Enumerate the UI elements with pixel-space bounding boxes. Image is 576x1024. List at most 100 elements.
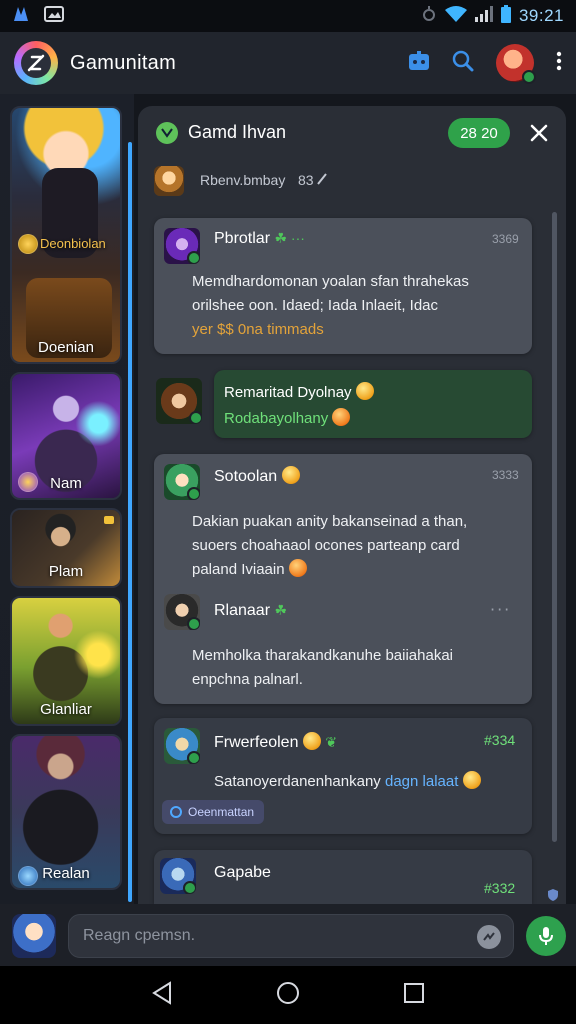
recents-button[interactable]	[403, 982, 425, 1008]
message-card[interactable]: Frwerfeolen ❦ #334 Satanoyerdanenhankany…	[154, 718, 532, 834]
emoji-picker-button[interactable]	[477, 925, 501, 949]
more-options-icon[interactable]: ···	[490, 600, 511, 619]
sender-name: Rlanaar ☘	[214, 602, 288, 619]
chat-header: Gamd Ihvan 28 20 Rbenv.bmbay 83	[138, 106, 566, 206]
sender-name: Pbrotlar ☘ ···	[214, 230, 305, 247]
sender-name: Remaritad Dyolnay	[224, 382, 374, 401]
alarm-icon	[421, 6, 437, 26]
message-time: #332	[484, 880, 516, 896]
hero-card-doenian[interactable]: Deonbiolan Doenian	[10, 106, 122, 364]
battery-icon	[500, 5, 511, 27]
app-bar: Gamunitam	[0, 32, 576, 94]
hero-name-label: Plam	[48, 563, 84, 580]
search-icon[interactable]	[452, 50, 474, 76]
recents-icon	[403, 983, 424, 1003]
channel-subtitle: Rbenv.bmbay	[200, 172, 286, 188]
app-notification-icon	[12, 5, 30, 27]
flag-icon	[104, 516, 114, 524]
image-notification-icon	[44, 6, 64, 26]
leaf-icon: ☘ ···	[274, 230, 305, 246]
tag-icon	[170, 806, 182, 818]
app-title: Gamunitam	[70, 51, 177, 74]
coin-icon	[18, 234, 38, 254]
emoji-icon	[288, 559, 307, 577]
send-arrow-icon	[317, 173, 328, 185]
message-text: Memholka tharakandkanuhe baiiahakai enpc…	[192, 647, 454, 688]
user-avatar[interactable]	[164, 228, 200, 264]
emoji-icon	[281, 466, 300, 484]
online-badge-icon	[187, 251, 200, 264]
message-card[interactable]: Sotoolan 3333 Dakian puakan anity bakans…	[154, 454, 532, 704]
user-avatar[interactable]	[160, 858, 196, 894]
message-card[interactable]: Pbrotlar ☘ ··· 3369 Memdhardomonan yoala…	[154, 218, 532, 354]
emoji-icon	[332, 408, 351, 426]
shield-icon	[548, 886, 558, 905]
message-link[interactable]: dagn lalaat	[385, 773, 458, 790]
message-input[interactable]: Reagn cpemsn.	[68, 914, 514, 958]
tag-chip[interactable]: Oeenmattan	[162, 800, 265, 824]
hero-name-label: Doenian	[38, 339, 94, 356]
home-button[interactable]	[276, 981, 300, 1009]
close-icon	[530, 124, 548, 142]
chat-scrollbar[interactable]	[552, 212, 557, 842]
user-avatar[interactable]	[164, 728, 200, 764]
message-card[interactable]: Gapabe #332	[154, 850, 532, 904]
messenger-icon	[483, 932, 495, 941]
voice-record-button[interactable]	[526, 916, 566, 956]
hero-sidebar: Deonbiolan Doenian Nam Plam Glanliar Rea…	[0, 94, 134, 904]
hero-name-label: Realan	[42, 865, 90, 882]
status-bar: 39:21	[0, 0, 576, 32]
signal-icon	[474, 6, 493, 26]
composer-bar: Reagn cpemsn.	[0, 904, 576, 966]
app-logo[interactable]	[14, 41, 58, 85]
sender-name: Frwerfeolen ❦	[214, 732, 338, 751]
leaf-icon: ☘	[274, 602, 288, 618]
message-subtitle: Rodabayolhany	[224, 408, 351, 427]
sender-name: Gapabe	[214, 864, 271, 881]
emoji-icon	[302, 732, 321, 750]
sender-name: Sotoolan	[214, 466, 300, 486]
home-icon	[276, 982, 299, 1004]
message-card-highlighted[interactable]: Remaritad Dyolnay Rodabayolhany	[214, 370, 532, 438]
wifi-icon	[444, 6, 467, 26]
more-options-icon[interactable]	[556, 51, 562, 75]
message-time: #334	[484, 732, 516, 748]
profile-avatar[interactable]	[496, 44, 536, 84]
hero-card-glanliar[interactable]: Glanliar	[10, 596, 122, 726]
hero-name-label: Glanliar	[40, 701, 92, 718]
status-time: 39:21	[518, 6, 564, 25]
hero-name-label: Nam	[50, 475, 82, 492]
microphone-icon	[539, 927, 553, 945]
user-avatar[interactable]	[164, 464, 200, 500]
chat-bot-icon[interactable]	[408, 51, 430, 75]
message-text: Dakian puakan anity bakanseinad a than, …	[192, 513, 468, 578]
online-badge-icon	[187, 751, 200, 764]
message-text: Memdhardomonan yoalan sfan thrahekas ori…	[192, 273, 469, 338]
hero-overlay-label: Deonbiolan	[40, 236, 106, 251]
hero-card-realan[interactable]: Realan	[10, 734, 122, 890]
sidebar-scrollbar[interactable]	[128, 142, 132, 902]
hero-card-nam[interactable]: Nam	[10, 372, 122, 500]
my-avatar[interactable]	[12, 914, 56, 958]
message-text: Satanoyerdanenhankany dagn lalaat	[214, 770, 534, 794]
close-button[interactable]	[526, 120, 552, 146]
online-badge-icon	[183, 881, 196, 894]
message-input-placeholder: Reagn cpemsn.	[83, 927, 196, 944]
back-icon	[152, 981, 172, 1005]
channel-count: 83	[298, 172, 328, 188]
back-button[interactable]	[151, 981, 173, 1009]
online-badge-icon	[187, 487, 200, 500]
emoji-icon	[355, 382, 374, 400]
user-avatar[interactable]	[156, 378, 202, 424]
online-badge-icon	[189, 411, 202, 424]
room-title: Gamd Ihvan	[188, 122, 287, 142]
room-icon	[156, 122, 178, 144]
online-badge-icon	[187, 617, 200, 630]
member-count-badge: 28 20	[448, 118, 510, 148]
emoji-icon	[462, 771, 481, 789]
message-time: 3369	[492, 232, 519, 246]
user-avatar[interactable]	[164, 594, 200, 630]
tag-label: Oeenmattan	[188, 805, 255, 819]
online-badge-icon	[522, 70, 536, 84]
hero-card-plam[interactable]: Plam	[10, 508, 122, 588]
